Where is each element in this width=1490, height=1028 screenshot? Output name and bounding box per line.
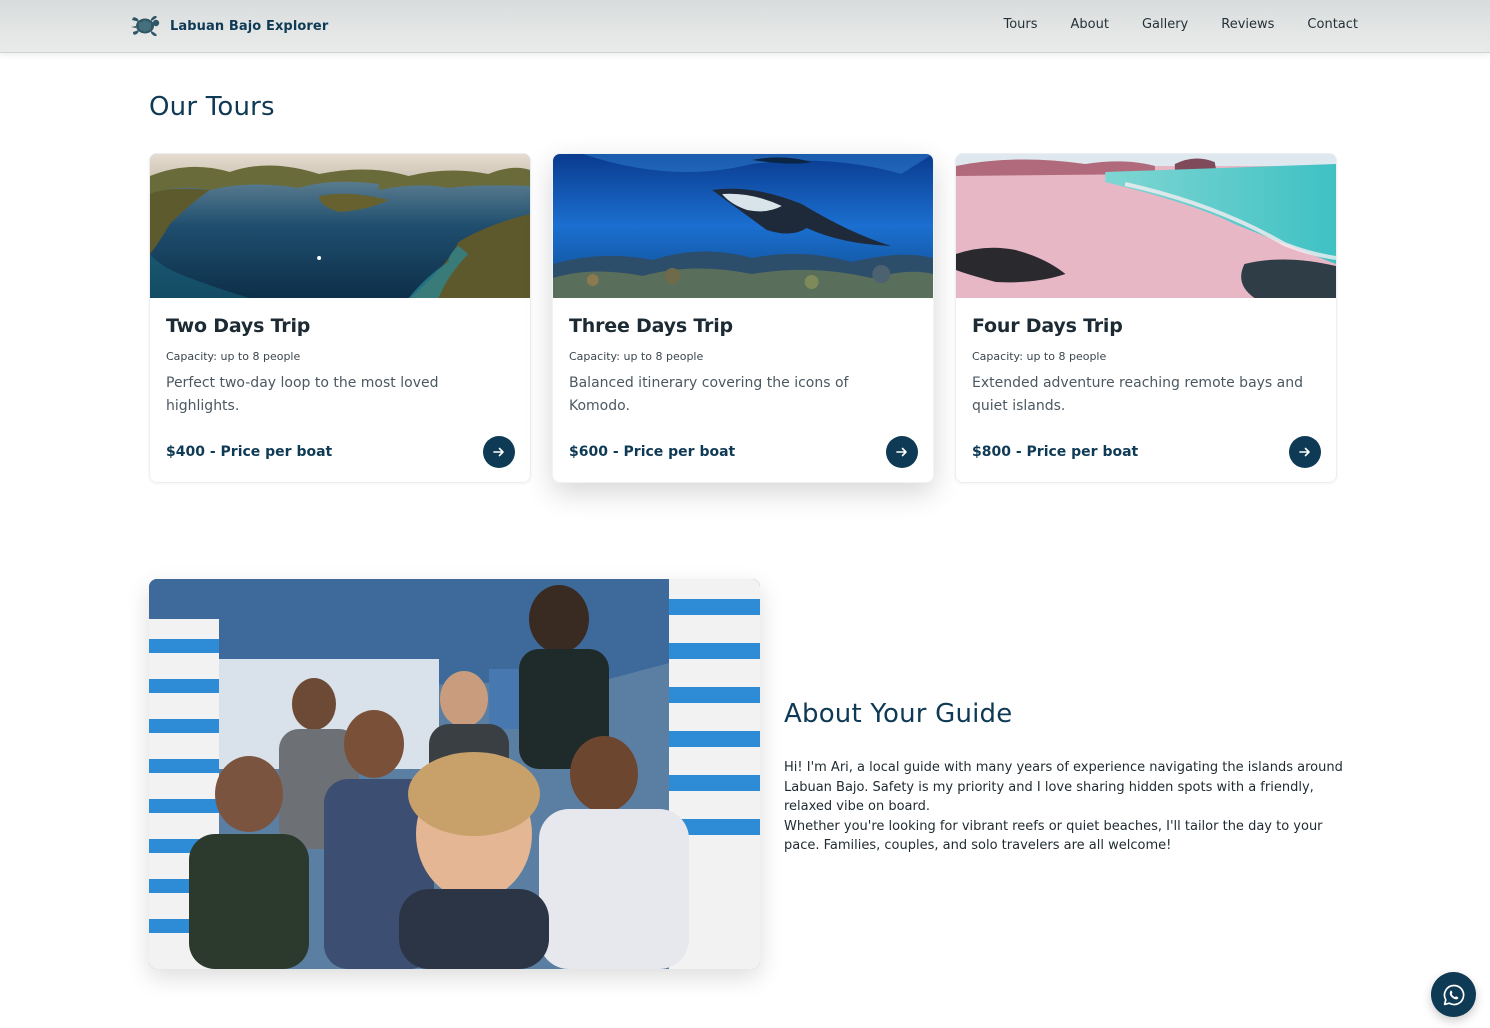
tour-card-capacity: Capacity: up to 8 people [569, 350, 704, 363]
arrow-right-icon [493, 447, 504, 457]
tour-card-capacity: Capacity: up to 8 people [972, 350, 1107, 363]
island-bay-aerial-image [150, 154, 530, 298]
tour-card-four-days[interactable]: Four Days Trip Capacity: up to 8 people … [955, 153, 1337, 483]
pink-beach-image [956, 154, 1336, 298]
about-paragraph-2: Whether you're looking for vibrant reefs… [784, 818, 1323, 854]
about-description: Hi! I'm Ari, a local guide with many yea… [784, 758, 1344, 856]
tour-card-open-button[interactable] [1289, 436, 1321, 468]
about-section-title: About Your Guide [784, 699, 1013, 729]
about-paragraph-1: Hi! I'm Ari, a local guide with many yea… [784, 760, 1343, 814]
tour-card-capacity: Capacity: up to 8 people [166, 350, 301, 363]
guide-group-selfie-on-boat-image [149, 579, 760, 969]
turtle-icon [131, 15, 160, 37]
tour-card-title: Four Days Trip [972, 315, 1123, 337]
brand-link[interactable]: Labuan Bajo Explorer [130, 10, 328, 42]
nav-link-about[interactable]: About [1071, 17, 1109, 32]
whatsapp-icon [1443, 984, 1464, 1005]
tour-card-price: $400 - Price per boat [166, 444, 333, 460]
tour-card-price: $600 - Price per boat [569, 444, 736, 460]
tour-card-title: Two Days Trip [166, 315, 311, 337]
navbar: Labuan Bajo Explorer Tours About Gallery… [0, 0, 1490, 53]
tour-card-price: $800 - Price per boat [972, 444, 1139, 460]
whatsapp-button[interactable] [1431, 972, 1476, 1017]
tour-card-two-days[interactable]: Two Days Trip Capacity: up to 8 people P… [149, 153, 531, 483]
tour-card-three-days[interactable]: Three Days Trip Capacity: up to 8 people… [552, 153, 934, 483]
nav-link-gallery[interactable]: Gallery [1142, 17, 1188, 32]
tour-card-open-button[interactable] [886, 436, 918, 468]
nav-link-reviews[interactable]: Reviews [1221, 17, 1274, 32]
tour-card-description: Perfect two-day loop to the most loved h… [166, 375, 439, 414]
tour-card-open-button[interactable] [483, 436, 515, 468]
tour-card-description: Balanced itinerary covering the icons of… [569, 375, 849, 414]
brand-name: Labuan Bajo Explorer [170, 18, 329, 34]
manta-ray-underwater-image [553, 154, 933, 298]
tour-card-title: Three Days Trip [569, 315, 733, 337]
nav-link-contact[interactable]: Contact [1307, 17, 1358, 32]
tours-section-title: Our Tours [149, 92, 275, 122]
tour-card-description: Extended adventure reaching remote bays … [972, 375, 1304, 414]
main-nav: Tours About Gallery Reviews Contact [1003, 17, 1358, 32]
arrow-right-icon [896, 447, 907, 457]
nav-link-tours[interactable]: Tours [1003, 17, 1037, 32]
arrow-right-icon [1299, 447, 1310, 457]
